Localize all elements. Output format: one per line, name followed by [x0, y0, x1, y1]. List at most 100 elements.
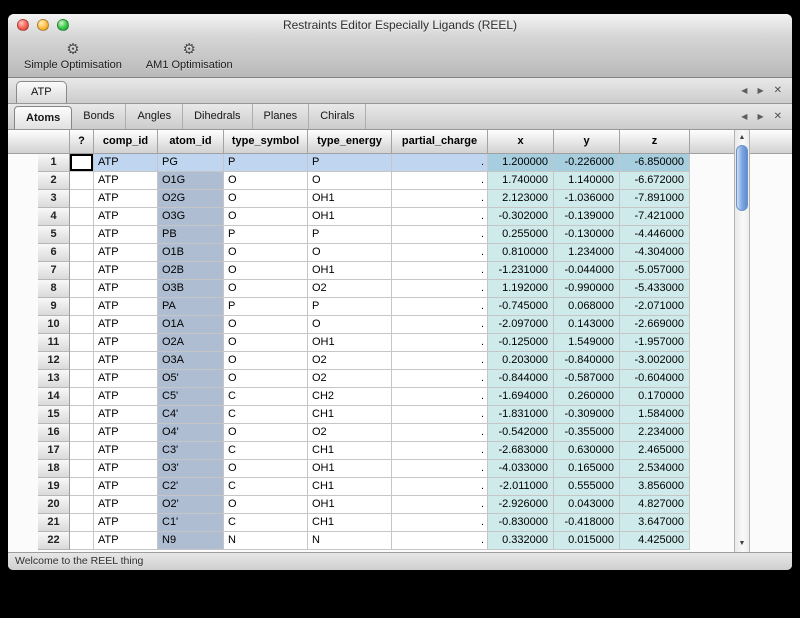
flag-cell[interactable] [70, 244, 94, 262]
row-number[interactable]: 19 [38, 478, 70, 496]
cell-x[interactable]: 2.123000 [488, 190, 554, 208]
cell-type-energy[interactable]: O2 [308, 370, 392, 388]
cell-comp-id[interactable]: ATP [94, 262, 158, 280]
cell-y[interactable]: -0.990000 [554, 280, 620, 298]
cell-partial-charge[interactable]: . [392, 496, 488, 514]
row-number[interactable]: 6 [38, 244, 70, 262]
flag-cell[interactable] [70, 154, 94, 172]
cell-x[interactable]: -2.683000 [488, 442, 554, 460]
cell-partial-charge[interactable]: . [392, 316, 488, 334]
cell-partial-charge[interactable]: . [392, 532, 488, 550]
cell-atom-id[interactable]: PB [158, 226, 224, 244]
cell-type-symbol[interactable]: O [224, 460, 308, 478]
flag-cell[interactable] [70, 280, 94, 298]
cell-y[interactable]: -0.130000 [554, 226, 620, 244]
flag-cell[interactable] [70, 388, 94, 406]
cell-partial-charge[interactable]: . [392, 388, 488, 406]
cell-type-symbol[interactable]: N [224, 532, 308, 550]
cell-type-symbol[interactable]: P [224, 298, 308, 316]
cell-y[interactable]: -0.840000 [554, 352, 620, 370]
cell-comp-id[interactable]: ATP [94, 352, 158, 370]
cell-type-symbol[interactable]: O [224, 370, 308, 388]
cell-partial-charge[interactable]: . [392, 370, 488, 388]
cell-z[interactable]: 2.465000 [620, 442, 690, 460]
cell-type-energy[interactable]: O2 [308, 280, 392, 298]
row-number[interactable]: 20 [38, 496, 70, 514]
flag-cell[interactable] [70, 334, 94, 352]
cell-x[interactable]: 0.810000 [488, 244, 554, 262]
flag-cell[interactable] [70, 208, 94, 226]
cell-type-energy[interactable]: P [308, 154, 392, 172]
tab-scroll-right-icon[interactable]: ▶ [757, 86, 763, 95]
cell-type-energy[interactable]: O2 [308, 352, 392, 370]
cell-y[interactable]: -0.226000 [554, 154, 620, 172]
cell-type-energy[interactable]: CH1 [308, 514, 392, 532]
cell-atom-id[interactable]: N9 [158, 532, 224, 550]
cell-type-symbol[interactable]: O [224, 208, 308, 226]
col-header-flag[interactable]: ? [70, 130, 94, 154]
cell-atom-id[interactable]: O2A [158, 334, 224, 352]
cell-x[interactable]: 0.332000 [488, 532, 554, 550]
cell-partial-charge[interactable]: . [392, 424, 488, 442]
cell-partial-charge[interactable]: . [392, 460, 488, 478]
cell-y[interactable]: 0.143000 [554, 316, 620, 334]
cell-type-symbol[interactable]: O [224, 172, 308, 190]
cell-comp-id[interactable]: ATP [94, 460, 158, 478]
flag-cell[interactable] [70, 370, 94, 388]
cell-partial-charge[interactable]: . [392, 514, 488, 532]
tab-atoms[interactable]: Atoms [14, 106, 72, 129]
cell-x[interactable]: -0.830000 [488, 514, 554, 532]
flag-cell[interactable] [70, 316, 94, 334]
cell-type-energy[interactable]: P [308, 298, 392, 316]
col-header-type-energy[interactable]: type_energy [308, 130, 392, 154]
cell-type-energy[interactable]: OH1 [308, 334, 392, 352]
cell-x[interactable]: -0.542000 [488, 424, 554, 442]
tab-atp[interactable]: ATP [16, 81, 67, 103]
cell-type-symbol[interactable]: P [224, 226, 308, 244]
cell-type-energy[interactable]: N [308, 532, 392, 550]
titlebar[interactable]: Restraints Editor Especially Ligands (RE… [8, 14, 792, 36]
row-number[interactable]: 4 [38, 208, 70, 226]
cell-type-energy[interactable]: CH1 [308, 406, 392, 424]
am1-optimisation-button[interactable]: ⚙ AM1 Optimisation [134, 40, 245, 74]
cell-z[interactable]: -0.604000 [620, 370, 690, 388]
cell-comp-id[interactable]: ATP [94, 514, 158, 532]
cell-y[interactable]: 0.015000 [554, 532, 620, 550]
cell-z[interactable]: -2.071000 [620, 298, 690, 316]
row-number[interactable]: 3 [38, 190, 70, 208]
cell-comp-id[interactable]: ATP [94, 208, 158, 226]
cell-y[interactable]: 0.630000 [554, 442, 620, 460]
cell-type-symbol[interactable]: O [224, 244, 308, 262]
cell-type-symbol[interactable]: O [224, 280, 308, 298]
close-window-button[interactable] [17, 19, 29, 31]
row-number[interactable]: 22 [38, 532, 70, 550]
cell-y[interactable]: -0.044000 [554, 262, 620, 280]
scroll-up-icon[interactable]: ▲ [735, 131, 749, 145]
flag-cell[interactable] [70, 460, 94, 478]
cell-atom-id[interactable]: C1' [158, 514, 224, 532]
tab-angles[interactable]: Angles [126, 104, 183, 129]
cell-partial-charge[interactable]: . [392, 226, 488, 244]
cell-partial-charge[interactable]: . [392, 154, 488, 172]
flag-cell[interactable] [70, 172, 94, 190]
cell-type-energy[interactable]: OH1 [308, 262, 392, 280]
cell-type-energy[interactable]: O2 [308, 424, 392, 442]
cell-atom-id[interactable]: PG [158, 154, 224, 172]
cell-x[interactable]: -1.831000 [488, 406, 554, 424]
cell-y[interactable]: 0.555000 [554, 478, 620, 496]
col-header-atom-id[interactable]: atom_id [158, 130, 224, 154]
col-header-z[interactable]: z [620, 130, 690, 154]
cell-x[interactable]: 1.200000 [488, 154, 554, 172]
cell-x[interactable]: -1.231000 [488, 262, 554, 280]
row-number[interactable]: 21 [38, 514, 70, 532]
cell-type-symbol[interactable]: O [224, 424, 308, 442]
row-number[interactable]: 14 [38, 388, 70, 406]
row-number[interactable]: 11 [38, 334, 70, 352]
cell-type-symbol[interactable]: C [224, 442, 308, 460]
cell-partial-charge[interactable]: . [392, 190, 488, 208]
cell-y[interactable]: 1.234000 [554, 244, 620, 262]
cell-y[interactable]: 0.043000 [554, 496, 620, 514]
cell-type-symbol[interactable]: O [224, 352, 308, 370]
cell-type-symbol[interactable]: O [224, 496, 308, 514]
cell-z[interactable]: 0.170000 [620, 388, 690, 406]
